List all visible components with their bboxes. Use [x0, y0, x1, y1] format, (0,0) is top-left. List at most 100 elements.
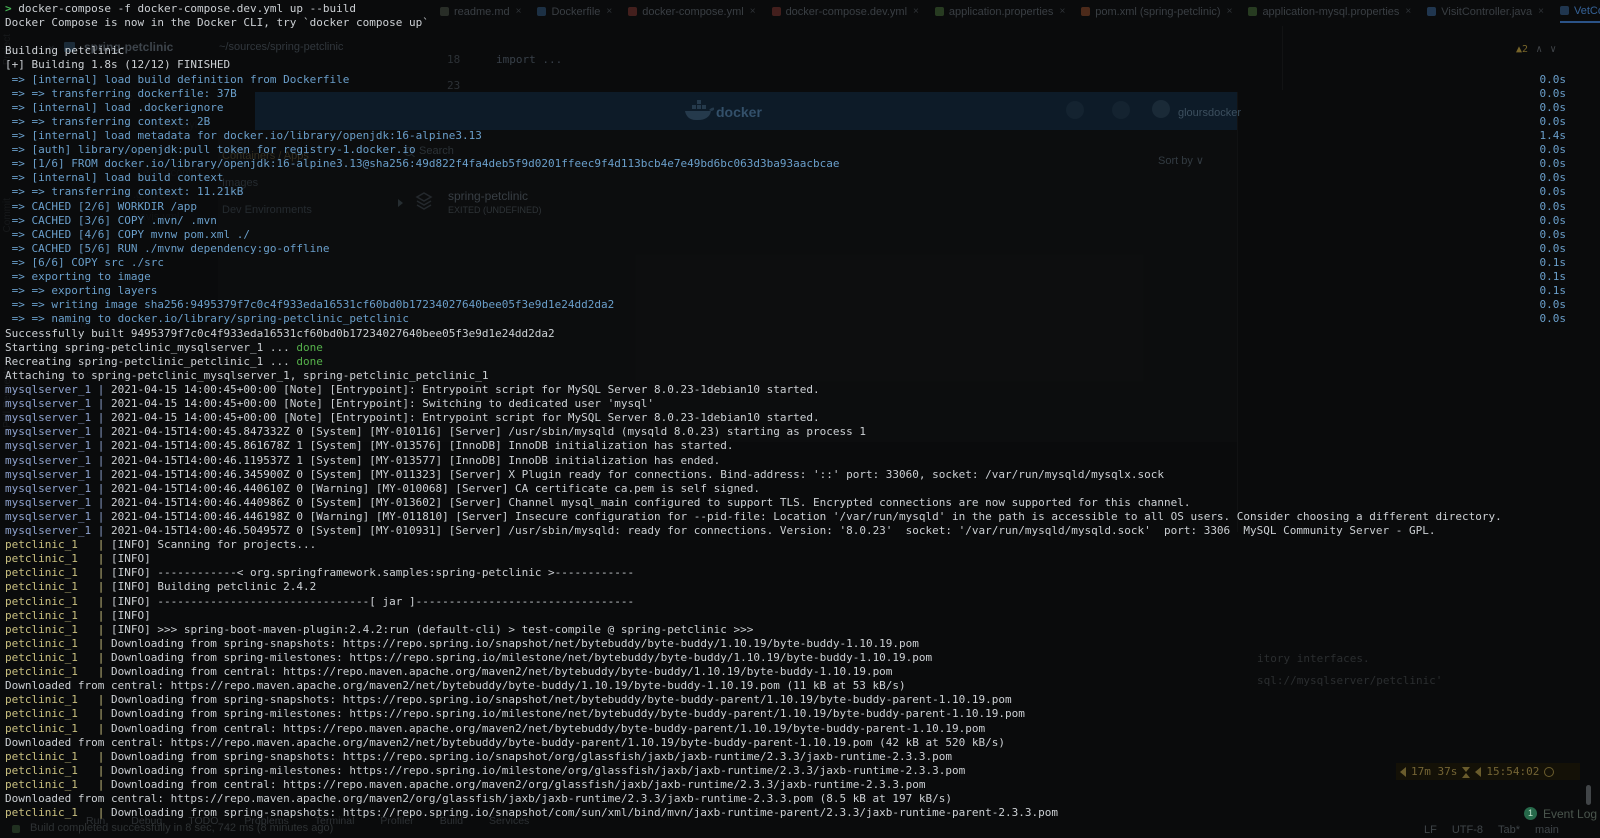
log-text: => => writing image sha256:9495379f7c0c4… — [5, 298, 615, 312]
build-step-duration: 0.0s — [1539, 157, 1567, 171]
terminal-line: petclinic_1 | [INFO] — [5, 552, 1600, 566]
build-step-duration: 0.1s — [1539, 284, 1567, 298]
terminal-line: => exporting to image 0.1s — [5, 270, 1600, 284]
container-name-prefix: petclinic_1 | — [5, 749, 111, 763]
container-name-prefix: petclinic_1 | — [5, 806, 111, 820]
log-text: => [internal] load metadata for docker.i… — [5, 128, 482, 142]
container-name-prefix: mysqlserver_1 | — [5, 397, 111, 411]
terminal-line: petclinic_1 | [INFO] -------------------… — [5, 595, 1600, 609]
terminal-line: Downloaded from central: https://repo.ma… — [5, 792, 1600, 806]
log-text: docker-compose -f docker-compose.dev.yml… — [18, 2, 357, 15]
log-text: Building petclinic — [5, 44, 125, 58]
log-text: => CACHED [5/6] RUN ./mvnw dependency:go… — [5, 241, 330, 255]
log-text: Downloading from central: https://repo.m… — [110, 665, 893, 679]
log-text: Downloading from spring-snapshots: https… — [110, 806, 1058, 820]
terminal-line: petclinic_1 | Downloading from spring-mi… — [5, 651, 1600, 665]
log-text: => [1/6] FROM docker.io/library/openjdk:… — [5, 157, 840, 171]
terminal-line: => => transferring context: 11.21kB 0.0s — [5, 185, 1600, 199]
container-name-prefix: petclinic_1 | — [5, 721, 111, 735]
container-name-prefix: mysqlserver_1 | — [5, 425, 111, 439]
log-text: => [internal] load build context — [5, 171, 224, 185]
terminal-line: petclinic_1 | [INFO] — [5, 609, 1600, 623]
log-text: 2021-04-15T14:00:46.446198Z 0 [Warning] … — [110, 509, 1502, 523]
log-text: 2021-04-15T14:00:45.861678Z 1 [System] [… — [110, 439, 734, 453]
log-text: 2021-04-15T14:00:46.345900Z 0 [System] [… — [110, 467, 1164, 481]
terminal-line: Docker Compose is now in the Docker CLI,… — [5, 16, 1600, 30]
build-step-duration: 0.1s — [1539, 255, 1567, 269]
terminal-line: => => exporting layers 0.1s — [5, 284, 1600, 298]
terminal-line: => [auth] library/openjdk:pull token for… — [5, 143, 1600, 157]
terminal-line: petclinic_1 | Downloading from central: … — [5, 722, 1600, 736]
log-text: [INFO] Scanning for projects... — [110, 538, 317, 552]
terminal-line: Downloaded from central: https://repo.ma… — [5, 679, 1600, 693]
container-name-prefix: mysqlserver_1 | — [5, 467, 111, 481]
terminal-line: petclinic_1 | [INFO] Scanning for projec… — [5, 538, 1600, 552]
build-step-duration: 0.1s — [1539, 270, 1567, 284]
log-text: Attaching to spring-petclinic_mysqlserve… — [5, 368, 489, 382]
terminal-line: => [internal] load .dockerignore 0.0s — [5, 101, 1600, 115]
terminal-line: => => writing image sha256:9495379f7c0c4… — [5, 298, 1600, 312]
log-text: => [internal] load build definition from… — [5, 72, 350, 86]
log-text: [INFO] — [110, 608, 158, 622]
container-name-prefix: petclinic_1 | — [5, 622, 111, 636]
screen: readme.md × Dockerfile × docker-compose.yml ×… — [0, 0, 1600, 838]
build-step-duration: 0.0s — [1539, 199, 1567, 213]
container-name-prefix: mysqlserver_1 | — [5, 481, 111, 495]
terminal-line: [+] Building 1.8s (12/12) FINISHED — [5, 58, 1600, 72]
log-text: Downloading from central: https://repo.m… — [110, 721, 986, 735]
log-text: [INFO] ------------< org.springframework… — [110, 566, 635, 580]
log-text: => => exporting layers — [5, 284, 158, 298]
container-name-prefix: petclinic_1 | — [5, 580, 111, 594]
build-step-duration: 0.0s — [1539, 227, 1567, 241]
log-text: Downloaded from central: https://repo.ma… — [5, 679, 906, 693]
log-text: => CACHED [3/6] COPY .mvn/ .mvn — [5, 213, 217, 227]
terminal-line: Starting spring-petclinic_mysqlserver_1 … — [5, 341, 1600, 355]
build-step-duration: 0.0s — [1539, 298, 1567, 312]
log-text: Downloaded from central: https://repo.ma… — [5, 792, 953, 806]
container-name-prefix: mysqlserver_1 | — [5, 524, 111, 538]
log-text: => => naming to docker.io/library/spring… — [5, 312, 409, 326]
terminal-line: => CACHED [2/6] WORKDIR /app 0.0s — [5, 200, 1600, 214]
terminal-line: => CACHED [3/6] COPY .mvn/ .mvn 0.0s — [5, 214, 1600, 228]
log-text: Downloading from spring-milestones: http… — [110, 763, 966, 777]
log-text: 2021-04-15T14:00:46.440986Z 0 [System] [… — [110, 495, 1191, 509]
log-text: Downloading from spring-snapshots: https… — [110, 749, 953, 763]
log-text: 2021-04-15T14:00:46.119537Z 1 [System] [… — [110, 453, 721, 467]
terminal-line: => => transferring context: 2B 0.0s — [5, 115, 1600, 129]
log-text: [INFO] >>> spring-boot-maven-plugin:2.4.… — [110, 622, 754, 636]
terminal-line: mysqlserver_1 | 2021-04-15T14:00:45.8473… — [5, 425, 1600, 439]
terminal-line: petclinic_1 | Downloading from spring-sn… — [5, 806, 1600, 820]
terminal-line: mysqlserver_1 | 2021-04-15T14:00:45.8616… — [5, 439, 1600, 453]
terminal-line: petclinic_1 | Downloading from central: … — [5, 778, 1600, 792]
log-text: 2021-04-15 14:00:45+00:00 [Note] [Entryp… — [110, 411, 820, 425]
log-text: [INFO] Building petclinic 2.4.2 — [110, 580, 317, 594]
terminal-line: => CACHED [5/6] RUN ./mvnw dependency:go… — [5, 242, 1600, 256]
build-step-duration: 0.0s — [1539, 185, 1567, 199]
container-name-prefix: mysqlserver_1 | — [5, 382, 111, 396]
build-step-duration: 0.0s — [1539, 171, 1567, 185]
log-text: Downloading from spring-milestones: http… — [110, 707, 1025, 721]
terminal-line: => CACHED [4/6] COPY mvnw pom.xml ./ 0.0s — [5, 228, 1600, 242]
terminal-line: petclinic_1 | Downloading from spring-mi… — [5, 764, 1600, 778]
build-step-duration: 0.0s — [1539, 241, 1567, 255]
terminal-line: petclinic_1 | [INFO] >>> spring-boot-mav… — [5, 623, 1600, 637]
terminal-line: > docker-compose -f docker-compose.dev.y… — [5, 2, 1600, 16]
log-text: [INFO] --------------------------------[… — [110, 594, 635, 608]
build-step-duration: 0.0s — [1539, 312, 1567, 326]
terminal-line: mysqlserver_1 | 2021-04-15 14:00:45+00:0… — [5, 397, 1600, 411]
terminal-output[interactable]: > docker-compose -f docker-compose.dev.y… — [5, 2, 1600, 838]
terminal-line: petclinic_1 | Downloading from spring-sn… — [5, 693, 1600, 707]
terminal-line: mysqlserver_1 | 2021-04-15 14:00:45+00:0… — [5, 383, 1600, 397]
container-name-prefix: petclinic_1 | — [5, 651, 111, 665]
log-text: 2021-04-15T14:00:46.440610Z 0 [Warning] … — [110, 481, 760, 495]
terminal-line: Recreating spring-petclinic_petclinic_1 … — [5, 355, 1600, 369]
container-name-prefix: petclinic_1 | — [5, 707, 111, 721]
terminal-line: => => naming to docker.io/library/spring… — [5, 312, 1600, 326]
container-name-prefix: mysqlserver_1 | — [5, 453, 111, 467]
log-text: => => transferring context: 2B — [5, 114, 211, 128]
terminal-line: Building petclinic — [5, 44, 1600, 58]
container-name-prefix: petclinic_1 | — [5, 566, 111, 580]
log-text: Starting spring-petclinic_mysqlserver_1 … — [5, 340, 297, 354]
log-text: 2021-04-15T14:00:46.504957Z 0 [System] [… — [110, 524, 1436, 538]
